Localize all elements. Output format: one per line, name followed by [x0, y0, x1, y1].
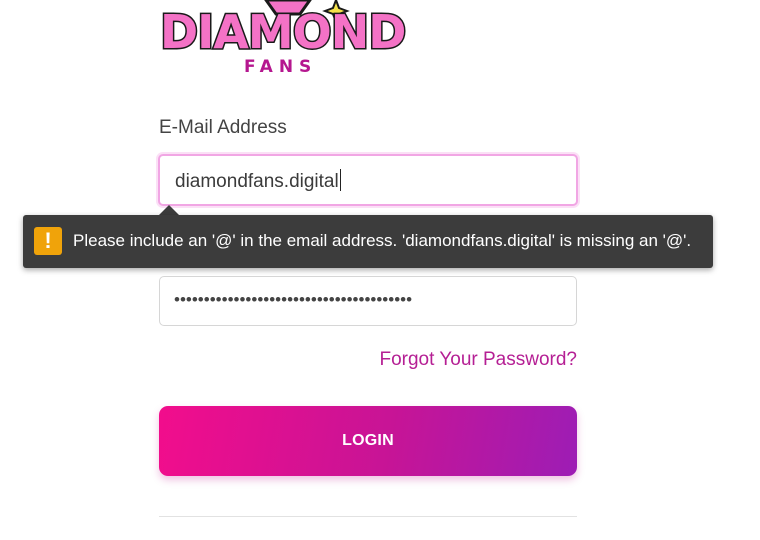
tooltip-message: Please include an '@' in the email addre…	[73, 231, 692, 250]
email-text: diamondfans.digital	[175, 171, 339, 192]
logo-subtext: FANS	[244, 57, 317, 77]
login-page: DIAMOND FANS E-Mail Address diamondfans.…	[0, 0, 760, 540]
password-mask: ••••••••••••••••••••••••••••••••••••••••	[174, 290, 413, 309]
email-field[interactable]: diamondfans.digital	[158, 154, 578, 206]
text-caret	[339, 169, 341, 191]
login-button[interactable]: LOGIN	[159, 406, 577, 476]
email-label: E-Mail Address	[159, 117, 287, 138]
email-value: diamondfans.digital	[175, 169, 341, 193]
warning-icon: !	[34, 227, 62, 255]
forgot-password-link[interactable]: Forgot Your Password?	[379, 349, 577, 371]
logo-wordmark: DIAMOND	[160, 5, 405, 59]
password-field[interactable]: ••••••••••••••••••••••••••••••••••••••••	[159, 276, 577, 326]
validation-tooltip: ! Please include an '@' in the email add…	[23, 215, 713, 268]
diamond-fans-logo: DIAMOND FANS	[158, 0, 414, 78]
logo-graphic: DIAMOND FANS	[159, 0, 408, 77]
divider	[159, 516, 577, 517]
